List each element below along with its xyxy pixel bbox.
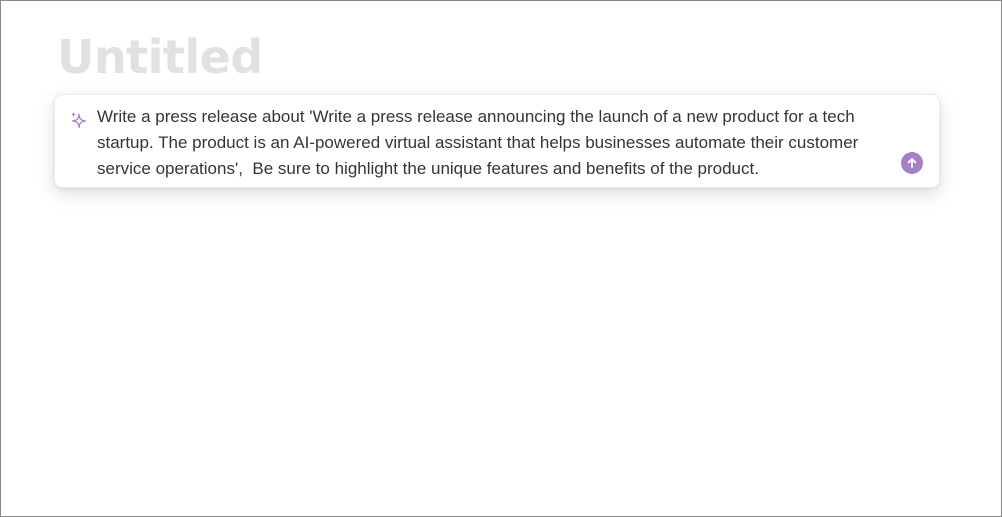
arrow-up-icon [907, 158, 917, 168]
page-canvas: Untitled Write a press release about 'Wr… [0, 0, 1002, 517]
ai-prompt-input[interactable]: Write a press release about 'Write a pre… [97, 104, 887, 182]
page-title[interactable]: Untitled [57, 27, 263, 87]
ai-prompt-box: Write a press release about 'Write a pre… [54, 94, 940, 188]
submit-prompt-button[interactable] [901, 152, 923, 174]
sparkle-icon [69, 111, 89, 131]
